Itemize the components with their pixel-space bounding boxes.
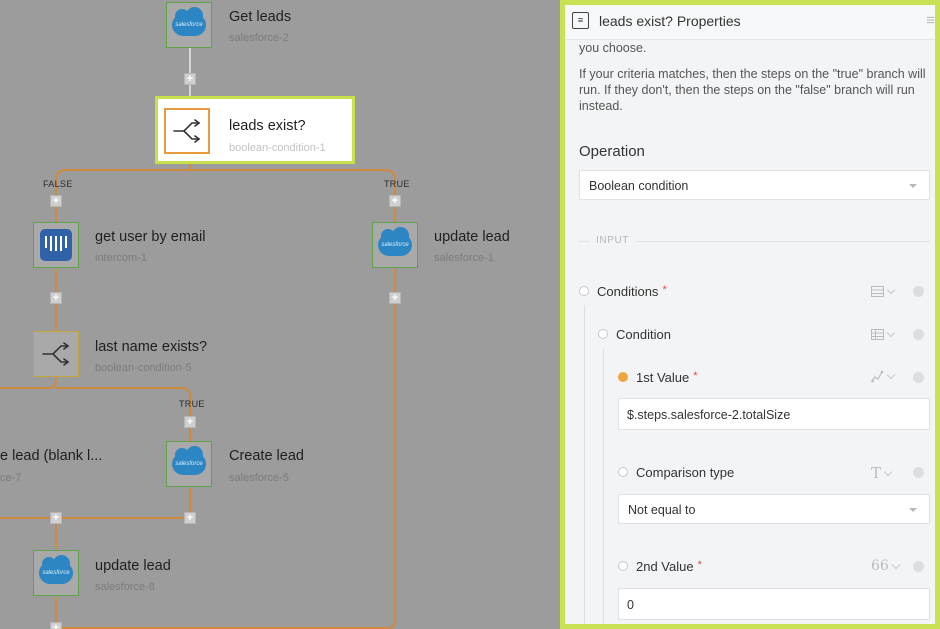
object-type-toggle[interactable] bbox=[871, 328, 896, 340]
node-title: Get leads bbox=[229, 9, 292, 25]
chevron-down-icon bbox=[886, 285, 896, 295]
branch-split-icon bbox=[33, 331, 79, 377]
branch-split-icon bbox=[164, 108, 210, 154]
first-value-input[interactable]: $.steps.salesforce-2.totalSize bbox=[618, 398, 930, 430]
add-step-button[interactable]: + bbox=[389, 195, 401, 207]
false-branch-label: FALSE bbox=[43, 179, 73, 189]
salesforce-logo-icon: salesforce bbox=[33, 550, 79, 596]
jsonpath-type-toggle[interactable] bbox=[871, 370, 896, 383]
list-icon bbox=[871, 286, 884, 297]
table-icon bbox=[871, 329, 884, 340]
field-options-dot[interactable] bbox=[913, 372, 924, 383]
field-options-dot[interactable] bbox=[913, 329, 924, 340]
panel-title: leads exist? Properties bbox=[599, 13, 741, 29]
second-value-label: 2nd Value * bbox=[636, 559, 702, 574]
node-title: get user by email bbox=[95, 229, 206, 245]
chevron-down-icon bbox=[909, 184, 917, 188]
description-text: If your criteria matches, then the steps… bbox=[579, 67, 926, 113]
add-step-button[interactable]: + bbox=[50, 292, 62, 304]
intercom-logo-icon bbox=[33, 222, 79, 268]
comparison-type-radio[interactable] bbox=[618, 467, 628, 477]
node-title: last name exists? bbox=[95, 339, 208, 355]
true-branch-label: TRUE bbox=[179, 399, 205, 409]
add-step-button[interactable]: + bbox=[184, 416, 196, 428]
add-step-button[interactable]: + bbox=[50, 512, 62, 524]
node-subtitle: salesforce-2 bbox=[229, 32, 289, 44]
string-type-toggle[interactable]: 66 bbox=[871, 558, 901, 574]
salesforce-logo-icon: salesforce bbox=[166, 2, 212, 48]
condition-label: Condition bbox=[616, 327, 671, 342]
node-subtitle: salesforce-1 bbox=[434, 252, 494, 264]
nesting-guide bbox=[584, 305, 585, 624]
connector-lines bbox=[0, 48, 396, 629]
hamburger-menu-icon[interactable]: ≡ bbox=[926, 13, 935, 28]
node-title: e lead (blank l... bbox=[0, 448, 103, 464]
operation-label: Operation bbox=[579, 143, 645, 160]
first-value-label: 1st Value * bbox=[636, 370, 698, 385]
node-subtitle: intercom-1 bbox=[95, 252, 147, 264]
operation-select[interactable]: Boolean condition bbox=[579, 170, 930, 200]
node-subtitle: boolean-condition-5 bbox=[95, 362, 192, 374]
quote-icon: 66 bbox=[871, 558, 889, 574]
workflow-node-leads-exist[interactable]: leads exist? boolean-condition-1 bbox=[155, 96, 355, 164]
conditions-label: Conditions * bbox=[597, 284, 667, 299]
second-value-input[interactable]: 0 bbox=[618, 588, 930, 620]
add-step-button[interactable]: + bbox=[50, 195, 62, 207]
first-value-radio[interactable] bbox=[618, 372, 628, 382]
chevron-down-icon bbox=[886, 328, 896, 338]
chevron-down-icon bbox=[886, 370, 896, 380]
node-title: update lead bbox=[95, 558, 171, 574]
panel-header: ≡ leads exist? Properties ≡ bbox=[565, 5, 935, 40]
add-step-button[interactable]: + bbox=[389, 292, 401, 304]
input-section-label: INPUT bbox=[589, 235, 636, 246]
conditions-radio[interactable] bbox=[579, 286, 589, 296]
text-type-icon: T bbox=[871, 464, 882, 482]
node-title: update lead bbox=[434, 229, 510, 245]
workflow-canvas[interactable]: + + + + + + + + + FALSE TRUE TRUE salesf… bbox=[0, 0, 560, 629]
text-type-toggle[interactable]: T bbox=[871, 464, 893, 482]
node-subtitle: salesforce-5 bbox=[229, 472, 289, 484]
node-subtitle: salesforce-8 bbox=[95, 581, 155, 593]
salesforce-logo-icon: salesforce bbox=[166, 441, 212, 487]
sliders-icon: ≡ bbox=[572, 12, 589, 29]
comparison-type-select[interactable]: Not equal to bbox=[618, 494, 930, 524]
field-options-dot[interactable] bbox=[913, 286, 924, 297]
salesforce-logo-icon: salesforce bbox=[372, 222, 418, 268]
add-step-button[interactable]: + bbox=[184, 512, 196, 524]
add-step-button[interactable]: + bbox=[184, 73, 196, 85]
node-title: leads exist? bbox=[229, 118, 306, 134]
true-branch-label: TRUE bbox=[384, 179, 410, 189]
second-value-radio[interactable] bbox=[618, 561, 628, 571]
chevron-down-icon bbox=[883, 467, 893, 476]
node-subtitle: ce-7 bbox=[0, 472, 22, 484]
nesting-guide bbox=[603, 348, 604, 624]
condition-radio[interactable] bbox=[598, 329, 608, 339]
comparison-type-label: Comparison type bbox=[636, 465, 735, 480]
node-title: Create lead bbox=[229, 448, 304, 464]
description-text: you choose. bbox=[579, 41, 647, 55]
field-options-dot[interactable] bbox=[913, 561, 924, 572]
chevron-down-icon bbox=[909, 508, 917, 512]
node-subtitle: boolean-condition-1 bbox=[229, 142, 326, 154]
properties-panel: ≡ leads exist? Properties ≡ you choose. … bbox=[560, 0, 940, 629]
jsonpath-icon bbox=[871, 370, 884, 383]
list-type-toggle[interactable] bbox=[871, 285, 896, 297]
chevron-down-icon bbox=[891, 560, 901, 569]
field-options-dot[interactable] bbox=[913, 467, 924, 478]
add-step-button[interactable]: + bbox=[50, 622, 62, 629]
